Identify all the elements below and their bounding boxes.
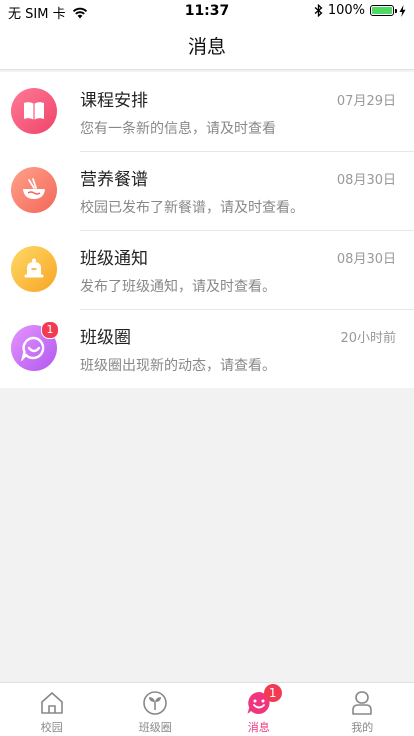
chat-smile-icon: 1 bbox=[11, 321, 59, 371]
tab-profile[interactable]: 我的 bbox=[311, 683, 414, 736]
message-preview: 发布了班级通知，请及时查看。 bbox=[80, 279, 276, 295]
page-title: 消息 bbox=[187, 36, 226, 58]
tab-campus[interactable]: 校园 bbox=[0, 683, 104, 736]
message-time: 07月29日 bbox=[336, 94, 396, 109]
status-bar: 无 SIM 卡 11:37 100% bbox=[0, 0, 414, 22]
person-icon bbox=[352, 691, 373, 715]
message-preview: 您有一条新的信息，请及时查看 bbox=[80, 121, 276, 137]
battery-icon bbox=[370, 5, 397, 16]
message-preview: 班级圈出现新的动态，请查看。 bbox=[80, 358, 276, 374]
unread-badge: 1 bbox=[41, 321, 59, 339]
message-preview: 校园已发布了新餐谱，请及时查看。 bbox=[80, 200, 304, 216]
tab-class-circle[interactable]: 班级圈 bbox=[104, 683, 208, 736]
message-title: 班级圈 bbox=[80, 328, 131, 348]
tab-label: 消息 bbox=[247, 721, 270, 734]
battery-fill bbox=[372, 7, 392, 14]
message-row-class-circle[interactable]: 1 班级圈 20小时前 班级圈出现新的动态，请查看。 bbox=[0, 309, 414, 388]
message-title: 课程安排 bbox=[80, 91, 148, 111]
charging-icon bbox=[399, 4, 406, 17]
tab-messages[interactable]: 1 消息 bbox=[207, 683, 311, 736]
message-row-course-schedule[interactable]: 课程安排 07月29日 您有一条新的信息，请及时查看 bbox=[0, 72, 414, 151]
message-title: 班级通知 bbox=[80, 249, 148, 269]
tab-label: 班级圈 bbox=[138, 721, 172, 734]
message-list: 课程安排 07月29日 您有一条新的信息，请及时查看 营养餐谱 08月30日 校… bbox=[0, 72, 414, 388]
bluetooth-icon bbox=[314, 4, 323, 17]
message-time: 20小时前 bbox=[340, 331, 396, 346]
tab-label: 我的 bbox=[351, 721, 374, 734]
status-right: 100% bbox=[314, 3, 406, 18]
message-row-class-notice[interactable]: 班级通知 08月30日 发布了班级通知，请及时查看。 bbox=[0, 230, 414, 309]
message-title: 营养餐谱 bbox=[80, 170, 148, 190]
nav-bar: 消息 bbox=[0, 22, 414, 70]
book-icon bbox=[11, 88, 57, 134]
noodle-bowl-icon bbox=[11, 167, 57, 213]
message-time: 08月30日 bbox=[336, 173, 396, 188]
house-icon bbox=[40, 692, 63, 714]
tab-bar: 校园 班级圈 1 消息 我的 bbox=[0, 682, 414, 736]
battery-percent: 100% bbox=[327, 3, 365, 18]
message-row-nutrition-menu[interactable]: 营养餐谱 08月30日 校园已发布了新餐谱，请及时查看。 bbox=[0, 151, 414, 230]
sprout-icon bbox=[143, 691, 168, 715]
message-time: 08月30日 bbox=[336, 252, 396, 267]
bell-icon bbox=[11, 246, 57, 292]
tab-badge: 1 bbox=[263, 684, 282, 702]
tab-label: 校园 bbox=[40, 721, 63, 734]
